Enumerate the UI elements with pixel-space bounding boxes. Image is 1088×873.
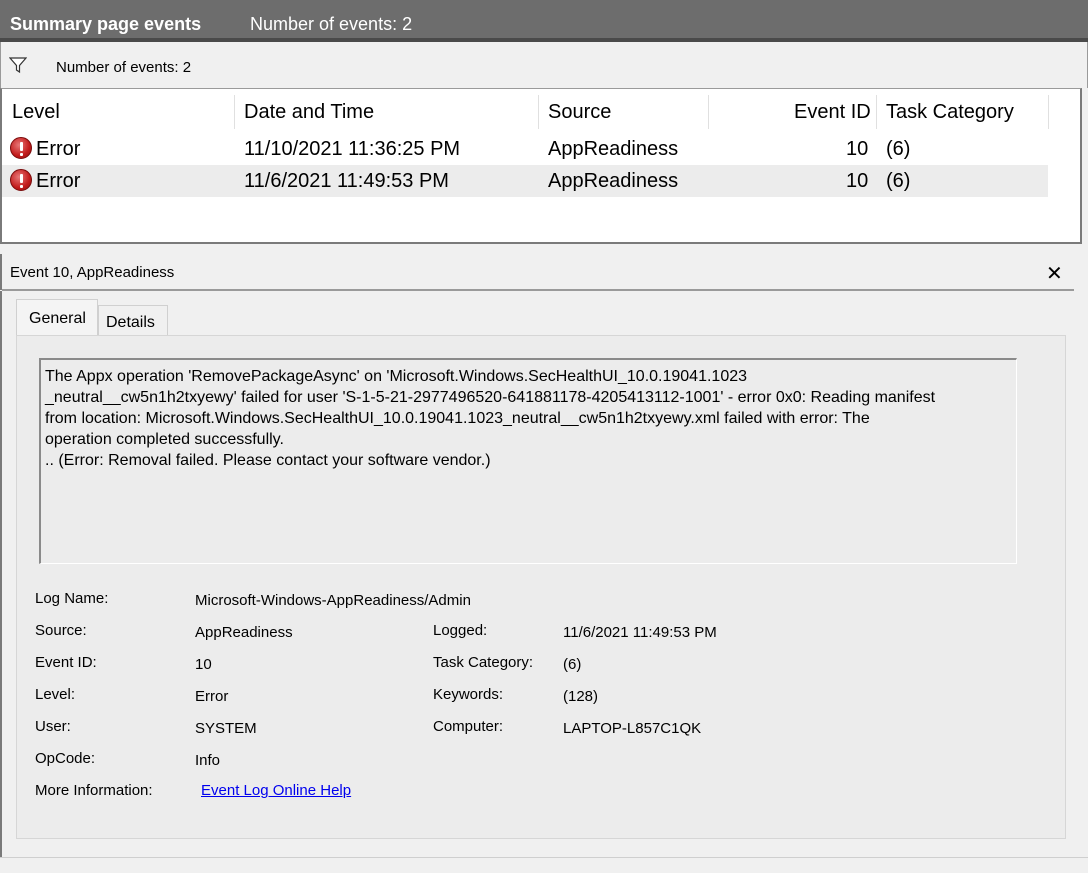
row-source: AppReadiness — [548, 170, 679, 192]
column-header-source[interactable]: Source — [548, 101, 611, 124]
log-name-value: Microsoft-Windows-AppReadiness/Admin — [195, 592, 471, 609]
status-strip — [0, 857, 1088, 873]
task-category-label: Task Category: — [433, 654, 534, 671]
events-table: Level Date and Time Source Event ID Task… — [0, 88, 1082, 244]
source-label: Source: — [35, 622, 87, 639]
error-icon — [10, 137, 32, 159]
message-line: .. (Error: Removal failed. Please contac… — [45, 452, 491, 469]
summary-title: Summary page events — [10, 14, 202, 34]
close-icon[interactable]: ✕ — [1046, 261, 1063, 286]
event-detail-header: Event 10, AppReadiness ✕ — [0, 254, 1082, 290]
filter-icon[interactable] — [9, 56, 27, 74]
keywords-label: Keywords: — [433, 686, 504, 703]
opcode-value: Info — [195, 752, 221, 769]
opcode-label: OpCode: — [35, 750, 96, 767]
filter-event-count: Number of events: 2 — [56, 59, 192, 76]
column-header-level[interactable]: Level — [12, 101, 60, 124]
tab-general[interactable]: General — [16, 299, 98, 335]
column-header-date-time[interactable]: Date and Time — [244, 101, 374, 124]
table-row[interactable]: Error 11/10/2021 11:36:25 PM AppReadines… — [2, 133, 1048, 165]
more-information-label: More Information: — [35, 782, 153, 799]
keywords-value: (128) — [563, 688, 599, 705]
message-line: operation completed successfully. — [45, 431, 284, 448]
pane-splitter[interactable] — [0, 244, 1088, 254]
column-header-event-id[interactable]: Event ID — [794, 101, 871, 124]
tab-details[interactable]: Details — [98, 305, 168, 335]
error-icon — [10, 169, 32, 191]
event-log-online-help-link[interactable]: Event Log Online Help — [201, 782, 351, 799]
task-category-value: (6) — [563, 656, 582, 673]
user-value: SYSTEM — [195, 720, 257, 737]
row-datetime: 11/10/2021 11:36:25 PM — [244, 138, 461, 160]
event-id-label: Event ID: — [35, 654, 97, 671]
filter-bar: Number of events: 2 — [0, 42, 1088, 88]
row-source: AppReadiness — [548, 138, 679, 160]
general-tab-content: The Appx operation 'RemovePackageAsync' … — [16, 335, 1066, 839]
source-value: AppReadiness — [195, 624, 293, 641]
level-value: Error — [195, 688, 229, 705]
table-row[interactable]: Error 11/6/2021 11:49:53 PM AppReadiness… — [2, 165, 1048, 197]
event-id-value: 10 — [195, 656, 212, 673]
message-line: The Appx operation 'RemovePackageAsync' … — [45, 368, 748, 385]
row-event-id: 10 — [846, 170, 869, 192]
row-task-category: (6) — [886, 138, 911, 160]
tab-general-label: General — [29, 310, 86, 327]
computer-value: LAPTOP-L857C1QK — [563, 720, 702, 737]
row-level: Error — [36, 138, 81, 160]
logged-value: 11/6/2021 11:49:53 PM — [563, 624, 717, 641]
level-label: Level: — [35, 686, 76, 703]
event-message-box[interactable]: The Appx operation 'RemovePackageAsync' … — [39, 358, 1017, 564]
message-line: from location: Microsoft.Windows.SecHeal… — [45, 410, 870, 427]
summary-event-count: Number of events: 2 — [250, 14, 413, 34]
event-detail-title: Event 10, AppReadiness — [10, 264, 175, 281]
tab-details-label: Details — [106, 314, 155, 331]
column-header-task-category[interactable]: Task Category — [886, 101, 1014, 124]
user-label: User: — [35, 718, 71, 735]
message-line: _neutral__cw5n1h2txyewy' failed for user… — [45, 389, 936, 406]
logged-label: Logged: — [433, 622, 488, 639]
row-level: Error — [36, 170, 81, 192]
summary-title-bar: Summary page events Number of events: 2 — [0, 0, 1088, 42]
row-datetime: 11/6/2021 11:49:53 PM — [244, 170, 449, 192]
row-event-id: 10 — [846, 138, 869, 160]
event-detail-pane: General Details The Appx operation 'Remo… — [0, 291, 1082, 857]
row-task-category: (6) — [886, 170, 911, 192]
computer-label: Computer: — [433, 718, 504, 735]
log-name-label: Log Name: — [35, 590, 109, 607]
table-header: Level Date and Time Source Event ID Task… — [2, 89, 1082, 133]
